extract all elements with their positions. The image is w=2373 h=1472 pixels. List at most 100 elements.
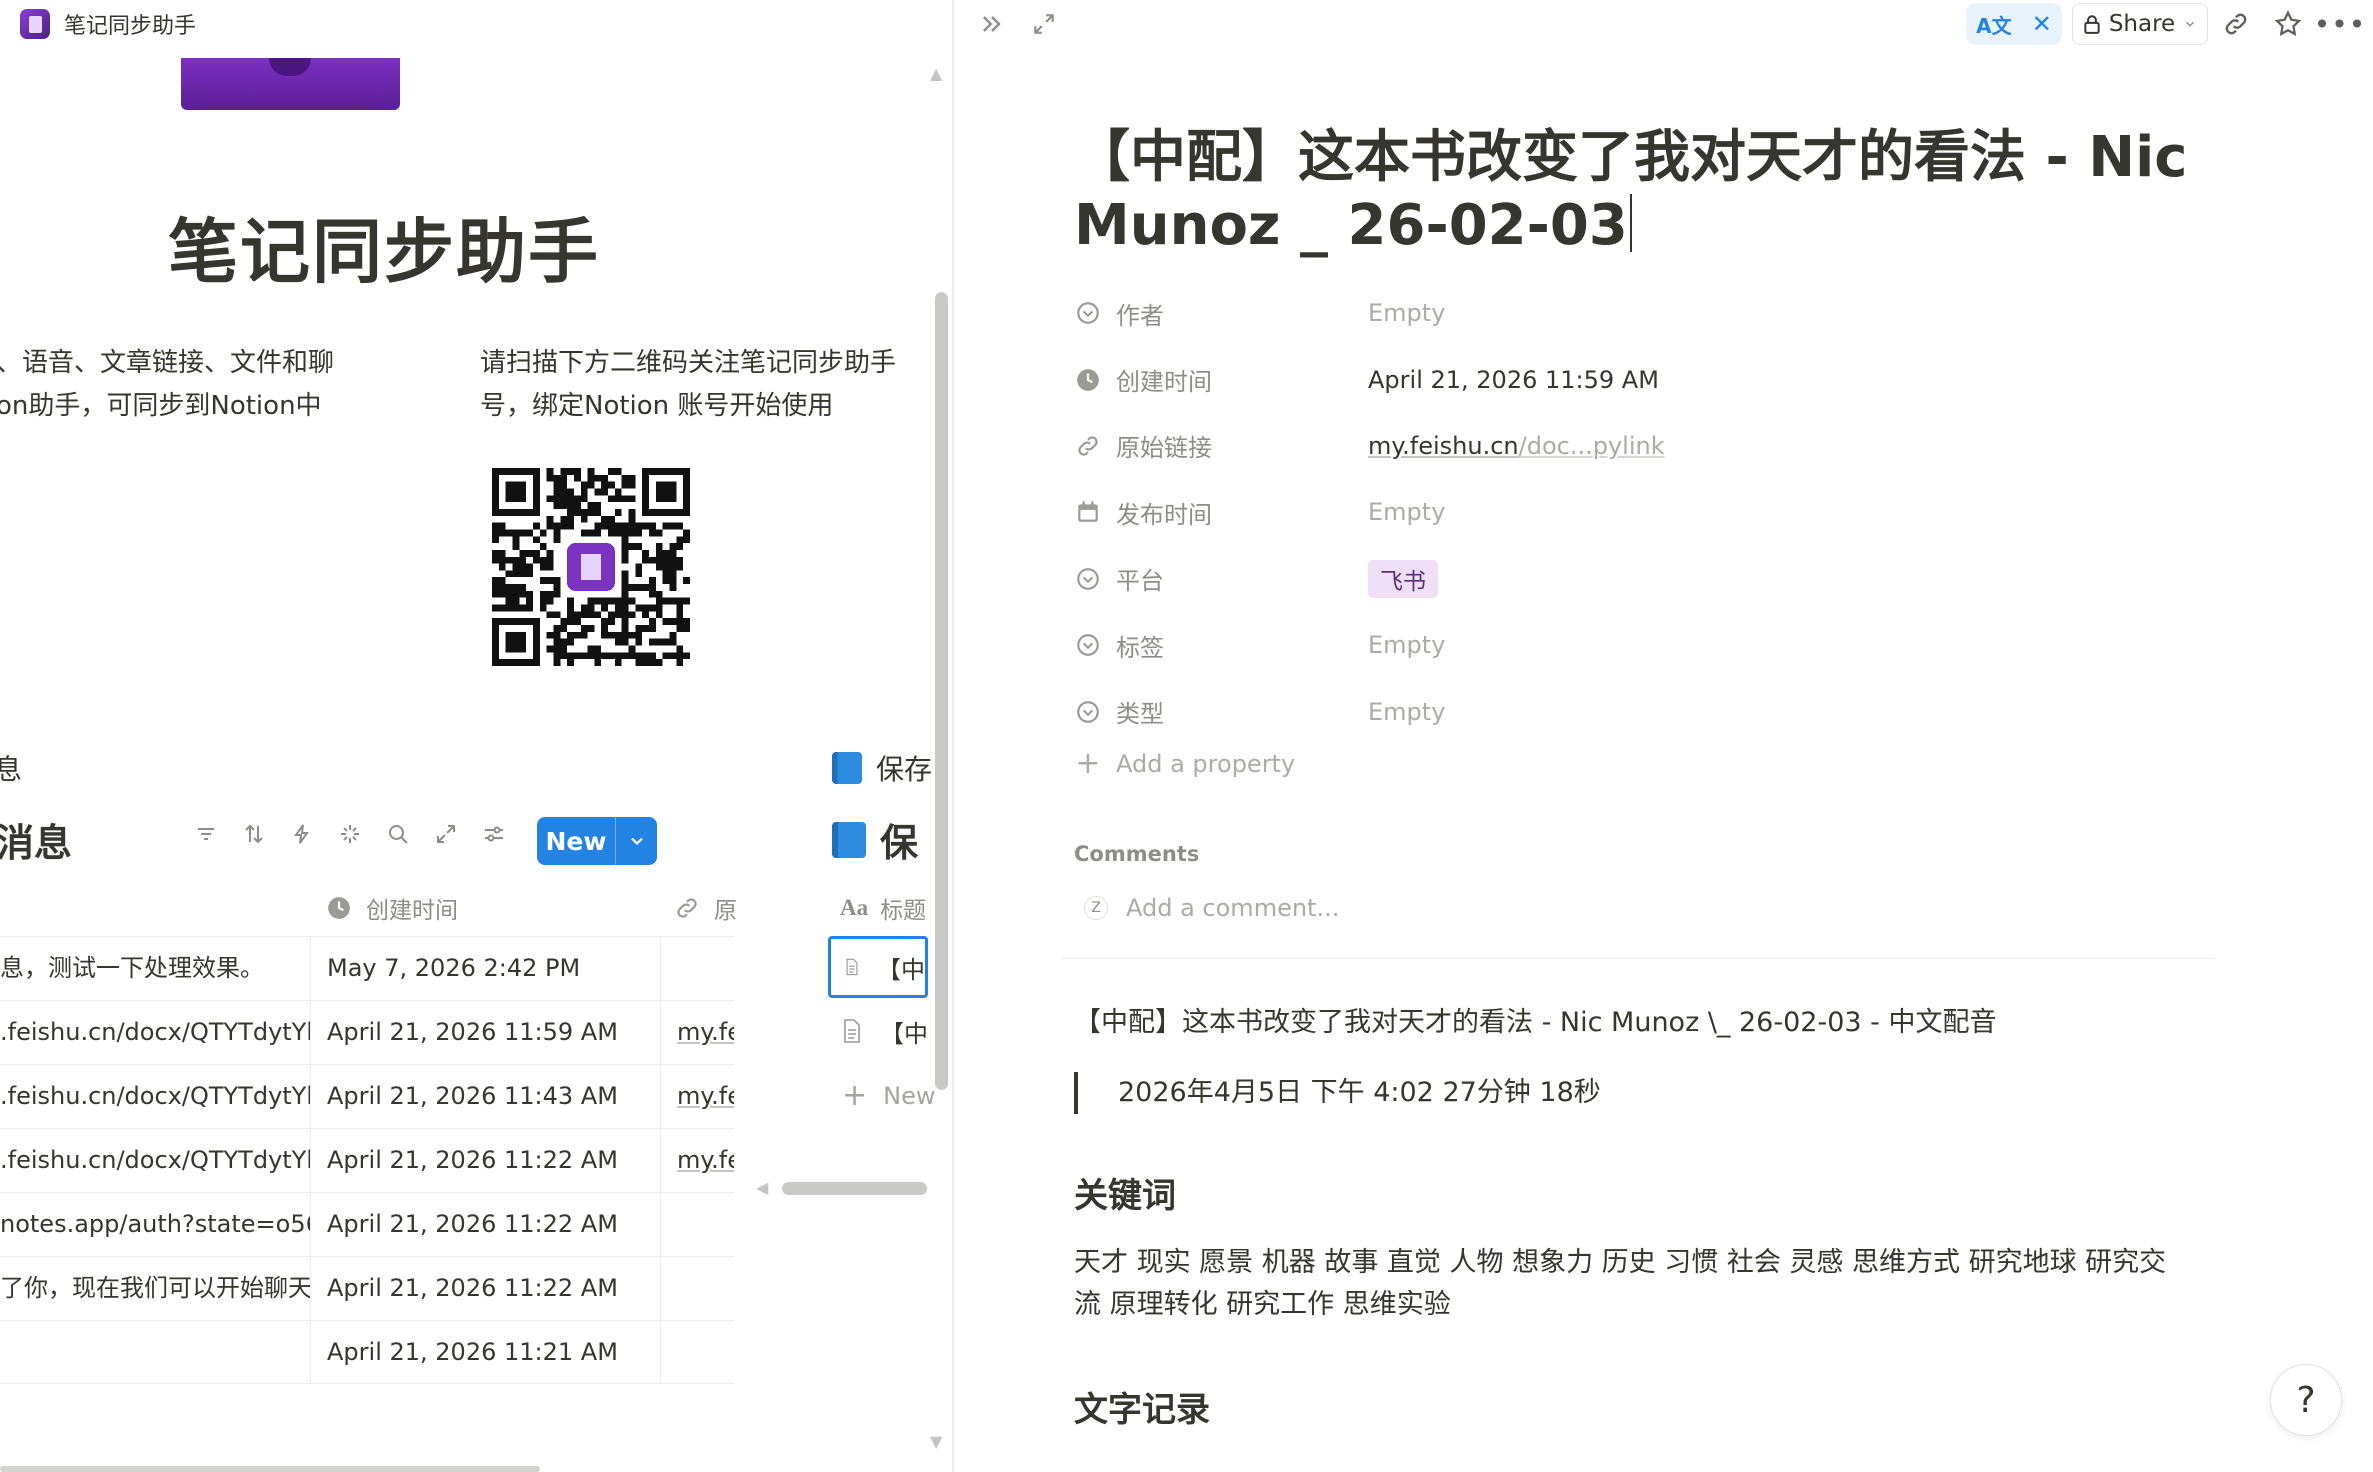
- platform-tag[interactable]: 飞书: [1368, 559, 1438, 598]
- horizontal-scrollbar-thumb[interactable]: [782, 1182, 927, 1195]
- open-full-page-icon[interactable]: [1028, 8, 1060, 40]
- row-link-cell[interactable]: [660, 1321, 734, 1384]
- avatar: Z: [1084, 896, 1108, 920]
- side-list-item-label: 【中: [880, 1019, 928, 1048]
- side-database-subtitle: 保存: [832, 748, 932, 788]
- row-link-cell[interactable]: my.fe: [660, 1129, 734, 1192]
- close-peek-double-chevron-icon[interactable]: [976, 8, 1008, 40]
- row-title-cell[interactable]: .feishu.cn/docx/QTYTdytYbc: [0, 1001, 310, 1064]
- property-name[interactable]: 作者: [1116, 296, 1368, 331]
- intro-text-right: 请扫描下方二维码关注笔记同步助手 号，绑定Notion 账号开始使用: [480, 342, 896, 428]
- plus-icon: +: [1075, 746, 1101, 781]
- side-column-header-title[interactable]: Aa 标题: [840, 884, 926, 932]
- row-link-cell[interactable]: [660, 1257, 734, 1320]
- table-row[interactable]: notes.app/auth?state=o56E7April 21, 2026…: [0, 1192, 734, 1256]
- table-row[interactable]: .feishu.cn/docx/QTYTdytYbc April 21, 2026…: [0, 1064, 734, 1128]
- copy-link-icon[interactable]: [2220, 8, 2252, 40]
- table-row[interactable]: 了你，现在我们可以开始聊天 April 21, 2026 11:22 AM: [0, 1256, 734, 1320]
- side-list-item[interactable]: 【中: [828, 936, 928, 998]
- property-name[interactable]: 平台: [1116, 561, 1368, 596]
- intro-right-line-2: 号，绑定Notion 账号开始使用: [480, 391, 834, 421]
- heading-transcript[interactable]: 文字记录: [1074, 1382, 1210, 1431]
- favorite-star-icon[interactable]: [2272, 8, 2304, 40]
- side-database-title[interactable]: 保: [832, 812, 918, 867]
- row-title-cell[interactable]: 了你，现在我们可以开始聊天: [0, 1257, 310, 1320]
- table-row[interactable]: 息，测试一下处理效果。 May 7, 2026 2:42 PM: [0, 936, 734, 1000]
- left-tab-bar: 笔记同步助手: [0, 0, 952, 48]
- sort-icon[interactable]: [240, 820, 268, 848]
- body-paragraph[interactable]: 【中配】这本书改变了我对天才的看法 - Nic Munoz \_ 26-02-0…: [1074, 1002, 1996, 1044]
- row-title-cell[interactable]: .feishu.cn/docx/QTYTdytYbc: [0, 1129, 310, 1192]
- share-button[interactable]: Share: [2072, 3, 2208, 45]
- row-link-cell[interactable]: my.fe: [660, 1065, 734, 1128]
- document-title[interactable]: 【中配】这本书改变了我对天才的看法 - Nic Munoz _ 26-02-03: [1074, 124, 2204, 260]
- scroll-up-arrow-icon[interactable]: ▲: [930, 64, 942, 83]
- more-options-icon[interactable]: •••: [2314, 8, 2366, 41]
- column-header-created[interactable]: 创建时间: [326, 884, 458, 932]
- database-title[interactable]: 消息: [0, 812, 72, 867]
- property-name[interactable]: 类型: [1116, 694, 1368, 729]
- expand-icon[interactable]: [432, 820, 460, 848]
- right-pane-peek: A文 ✕ Share ••• 【中配】这本书改变了我对天才的看法 - Nic M…: [954, 0, 2373, 1472]
- translate-close-icon[interactable]: ✕: [2032, 10, 2052, 38]
- table-row[interactable]: April 21, 2026 11:21 AM: [0, 1320, 734, 1384]
- left-tab-title[interactable]: 笔记同步助手: [64, 8, 196, 40]
- property-value[interactable]: Empty: [1368, 299, 1445, 327]
- row-title-cell[interactable]: 息，测试一下处理效果。: [0, 937, 310, 1000]
- property-value[interactable]: Empty: [1368, 498, 1445, 526]
- property-value-link[interactable]: my.feishu.cn/doc...pylink: [1368, 432, 1665, 460]
- chevron-down-icon[interactable]: [616, 831, 657, 851]
- property-value[interactable]: Empty: [1368, 698, 1445, 726]
- column-header-link[interactable]: 原: [674, 884, 737, 932]
- table-row[interactable]: .feishu.cn/docx/QTYTdytYbc April 21, 2026…: [0, 1000, 734, 1064]
- side-new-record-button[interactable]: + New: [842, 1078, 936, 1113]
- comment-input[interactable]: Z Add a comment...: [1084, 894, 1339, 922]
- chevron-down-icon: [2186, 21, 2195, 27]
- table-row[interactable]: .feishu.cn/docx/QTYTdytYbc April 21, 2026…: [0, 1128, 734, 1192]
- document-title-line-2: Munoz _ 26-02-03: [1074, 193, 1628, 258]
- comment-placeholder[interactable]: Add a comment...: [1126, 894, 1339, 922]
- property-name[interactable]: 发布时间: [1116, 495, 1368, 530]
- intro-left-line-1: 、语音、文章链接、文件和聊: [0, 348, 335, 378]
- page-cover-image[interactable]: [181, 58, 400, 110]
- property-value[interactable]: Empty: [1368, 631, 1445, 659]
- translate-toggle[interactable]: A文 ✕: [1966, 3, 2062, 45]
- text-property-icon: Aa: [840, 895, 869, 920]
- row-link-cell[interactable]: my.fe: [660, 1001, 734, 1064]
- scroll-left-arrow-icon[interactable]: ◀: [756, 1178, 768, 1197]
- property-type[interactable]: 类型 Empty: [1074, 678, 2174, 744]
- property-platform[interactable]: 平台 飞书: [1074, 546, 2174, 612]
- property-publish-time[interactable]: 发布时间 Empty: [1074, 479, 2174, 545]
- row-title-cell[interactable]: [0, 1321, 310, 1384]
- automation-bolt-icon[interactable]: [288, 820, 316, 848]
- vertical-scrollbar-thumb[interactable]: [935, 292, 948, 1090]
- row-link-cell[interactable]: [660, 937, 734, 1000]
- property-author[interactable]: 作者 Empty: [1074, 280, 2174, 346]
- row-link-cell[interactable]: [660, 1193, 734, 1256]
- keywords-line-1: 天才 现实 愿景 机器 故事 直觉 人物 想象力 历史 习惯 社会 灵感 思维方…: [1074, 1247, 2167, 1278]
- scroll-down-arrow-icon[interactable]: ▼: [930, 1432, 942, 1451]
- quote-block[interactable]: 2026年4月5日 下午 4:02 27分钟 18秒: [1074, 1072, 1601, 1114]
- property-name[interactable]: 原始链接: [1116, 428, 1368, 463]
- column-header-created-label: 创建时间: [366, 898, 458, 924]
- lock-icon: [2084, 15, 2100, 34]
- row-title-cell[interactable]: .feishu.cn/docx/QTYTdytYbc: [0, 1065, 310, 1128]
- property-name[interactable]: 创建时间: [1116, 362, 1368, 397]
- property-source-link[interactable]: 原始链接 my.feishu.cn/doc...pylink: [1074, 413, 2174, 479]
- new-record-button[interactable]: New: [537, 817, 657, 865]
- filter-icon[interactable]: [192, 820, 220, 848]
- search-icon[interactable]: [384, 820, 412, 848]
- settings-sliders-icon[interactable]: [480, 820, 508, 848]
- property-name[interactable]: 标签: [1116, 628, 1368, 663]
- page-horizontal-scrollbar[interactable]: [0, 1466, 540, 1472]
- add-property-button[interactable]: + Add a property: [1074, 746, 1295, 781]
- side-list-item[interactable]: 【中: [828, 1000, 928, 1062]
- ai-sparkle-icon[interactable]: [336, 820, 364, 848]
- keywords-paragraph[interactable]: 天才 现实 愿景 机器 故事 直觉 人物 想象力 历史 习惯 社会 灵感 思维方…: [1074, 1242, 2166, 1326]
- row-title-cell[interactable]: notes.app/auth?state=o56E7: [0, 1193, 310, 1256]
- divider-line: [1062, 958, 2214, 959]
- property-created-time[interactable]: 创建时间 April 21, 2026 11:59 AM: [1074, 346, 2174, 412]
- heading-keywords[interactable]: 关键词: [1074, 1168, 1176, 1217]
- notion-ai-help-icon[interactable]: ?: [2270, 1364, 2342, 1436]
- property-tags[interactable]: 标签 Empty: [1074, 612, 2174, 678]
